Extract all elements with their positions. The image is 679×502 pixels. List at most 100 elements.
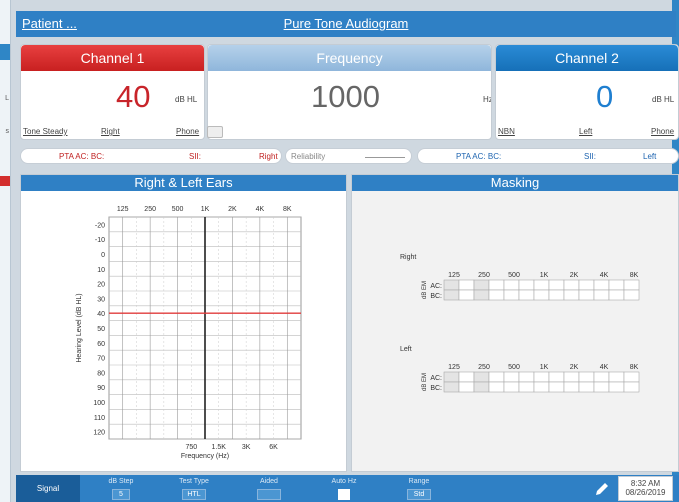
frequency-header[interactable]: Frequency — [208, 45, 491, 71]
pta-left-ear: Left — [643, 152, 657, 161]
channel-1-ear[interactable]: Right — [101, 127, 120, 136]
channel-1-stimulus[interactable]: Tone Steady — [23, 127, 67, 136]
range-control[interactable]: Range Std — [394, 475, 444, 502]
channel-2-transducer[interactable]: Phone — [651, 127, 674, 136]
audiogram-level-label: 10 — [97, 267, 105, 274]
masking-cell — [458, 289, 475, 301]
frequency-value[interactable]: 1000 — [311, 79, 380, 115]
audiogram-title: Right & Left Ears — [21, 175, 346, 191]
range-label: Range — [408, 478, 430, 485]
channel-1-header[interactable]: Channel 1 — [21, 45, 204, 71]
aided-box[interactable] — [257, 489, 281, 500]
frequency-panel[interactable]: Frequency 1000 Hz — [207, 44, 492, 140]
pta-left-values: PTA AC: BC: — [456, 152, 502, 161]
audiogram-y-axis-label: Hearing Level (dB HL) — [76, 293, 83, 362]
masking-freq-label: 1K — [540, 272, 549, 279]
auto-hz-control[interactable]: Auto Hz — [319, 475, 369, 502]
masking-unit-label: dB EM — [422, 281, 428, 299]
masking-freq-label: 500 — [508, 364, 520, 371]
reliability-label: Reliability — [291, 152, 326, 161]
left-edge-panel: L s — [0, 0, 11, 502]
masking-freq-label: 125 — [448, 272, 460, 279]
masking-title: Masking — [352, 175, 678, 191]
masking-cell — [533, 381, 550, 393]
pencil-icon[interactable] — [593, 480, 611, 498]
masking-freq-label: 250 — [478, 364, 490, 371]
masking-freq-label: 8K — [630, 272, 639, 279]
audiogram-level-label: 90 — [97, 385, 105, 392]
aided-control[interactable]: Aided — [244, 475, 294, 502]
masking-cell — [488, 279, 505, 291]
clock-time: 8:32 AM — [630, 479, 661, 488]
audiogram-x-axis-label: Frequency (Hz) — [181, 453, 229, 460]
db-step-control[interactable]: dB Step 5 — [96, 475, 146, 502]
reliability-line — [365, 157, 405, 158]
masking-panel: Masking Right 125 250 500 1K 2K 4K 8K AC: BC: dB E… — [351, 174, 679, 472]
masking-freq-label: 500 — [508, 272, 520, 279]
masking-freq-label: 4K — [600, 272, 609, 279]
masking-ear-label: Left — [400, 346, 412, 353]
masking-cell — [503, 289, 520, 301]
channel-2-header[interactable]: Channel 2 — [496, 45, 678, 71]
masking-unit-label: dB EM — [422, 373, 428, 391]
channel-1-transducer[interactable]: Phone — [176, 127, 199, 136]
page-title[interactable]: Pure Tone Audiogram — [16, 16, 676, 31]
masking-freq-label: 2K — [570, 272, 579, 279]
pta-right-bar: PTA AC: BC: SII: Right — [20, 148, 282, 164]
audiogram-chart[interactable]: -20 -10 0 10 20 30 40 50 60 70 80 90 100 110 120 125 250… — [21, 191, 348, 473]
test-type-control[interactable]: Test Type HTL — [164, 475, 224, 502]
masking-cell — [488, 371, 505, 383]
audiogram-level-label: 60 — [97, 341, 105, 348]
masking-row-label: BC: — [430, 293, 442, 300]
masking-freq-label: 4K — [600, 364, 609, 371]
masking-cell — [548, 381, 565, 393]
audiogram-level-label: 70 — [97, 356, 105, 363]
left-edge-tab[interactable] — [0, 44, 10, 60]
channel-1-level[interactable]: 40 — [116, 79, 150, 115]
left-edge-label: L — [5, 95, 9, 102]
masking-cell — [548, 289, 565, 301]
masking-cell — [458, 279, 475, 291]
range-value[interactable]: Std — [407, 489, 431, 500]
masking-cell — [533, 279, 550, 291]
masking-cell — [593, 289, 610, 301]
auto-hz-checkbox[interactable] — [338, 489, 350, 500]
clock-date: 08/26/2019 — [625, 488, 666, 497]
masking-cell — [608, 289, 625, 301]
channel-2-level[interactable]: 0 — [596, 79, 613, 115]
channel-2-panel[interactable]: Channel 2 0 dB HL NBN Left Phone — [495, 44, 679, 140]
masking-tables[interactable]: Right125 250 500 1K 2K 4K 8KAC:BC:dB EMLeft125… — [352, 191, 679, 473]
masking-cell — [443, 279, 460, 291]
masking-cell — [533, 371, 550, 383]
masking-row-label: BC: — [430, 385, 442, 392]
test-type-label: Test Type — [179, 478, 209, 485]
channel-2-ear[interactable]: Left — [579, 127, 592, 136]
sii-left: SII: — [584, 152, 597, 161]
channel-2-stimulus[interactable]: NBN — [498, 127, 515, 136]
audiogram-interoctave-label: 750 — [185, 444, 197, 451]
test-type-value[interactable]: HTL — [182, 489, 206, 500]
audiogram-level-label: -10 — [95, 237, 105, 244]
masking-cell — [593, 279, 610, 291]
masking-cell — [503, 371, 520, 383]
masking-freq-label: 2K — [570, 364, 579, 371]
masking-cell — [563, 381, 580, 393]
masking-cell — [473, 371, 490, 383]
masking-cell — [623, 289, 640, 301]
audiogram-freq-label: 1K — [201, 206, 210, 213]
masking-cell — [563, 279, 580, 291]
masking-cell — [488, 381, 505, 393]
masking-cell — [473, 381, 490, 393]
masking-cell — [563, 289, 580, 301]
audiogram-level-label: 30 — [97, 296, 105, 303]
masking-cell — [623, 381, 640, 393]
db-step-value[interactable]: 5 — [112, 489, 130, 500]
channel-1-panel[interactable]: Channel 1 40 dB HL Tone Steady Right Pho… — [20, 44, 205, 140]
reliability-field[interactable]: Reliability — [285, 148, 412, 164]
audiogram-freq-label: 4K — [256, 206, 265, 213]
masking-cell — [443, 381, 460, 393]
masking-cell — [503, 381, 520, 393]
signal-button[interactable]: Signal — [16, 475, 80, 502]
masking-cell — [533, 289, 550, 301]
interrupt-toggle[interactable] — [207, 126, 223, 138]
